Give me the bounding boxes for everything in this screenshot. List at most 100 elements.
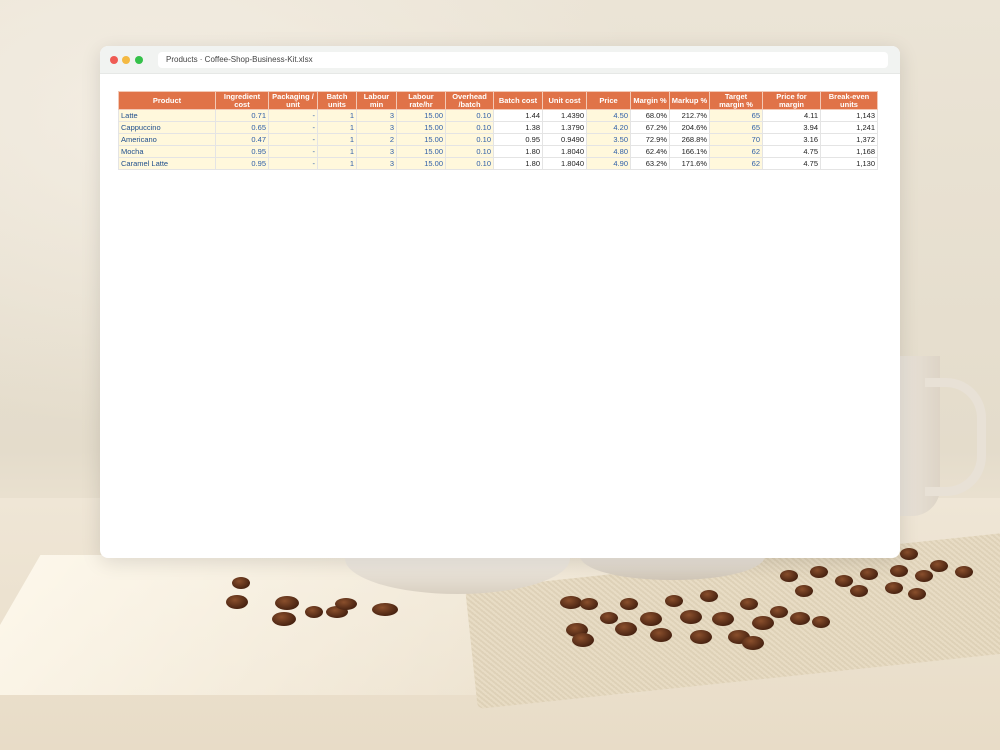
table-cell[interactable]: 15.00: [396, 109, 446, 122]
table-cell[interactable]: 3.16: [762, 133, 821, 146]
table-cell[interactable]: 1,241: [820, 121, 878, 134]
table-cell[interactable]: 2: [356, 133, 397, 146]
column-header[interactable]: Labour rate/hr: [396, 91, 446, 110]
column-header[interactable]: Overhead/batch: [445, 91, 494, 110]
column-header[interactable]: Margin %: [630, 91, 670, 110]
table-cell[interactable]: -: [268, 133, 318, 146]
table-cell[interactable]: 68.0%: [630, 109, 670, 122]
table-cell[interactable]: 1.44: [493, 109, 543, 122]
product-name-cell[interactable]: Mocha: [118, 145, 216, 158]
table-cell[interactable]: 0.95: [215, 157, 269, 170]
table-cell[interactable]: 212.7%: [669, 109, 710, 122]
column-header[interactable]: Product: [118, 91, 216, 110]
table-cell[interactable]: 63.2%: [630, 157, 670, 170]
table-cell[interactable]: 1,168: [820, 145, 878, 158]
column-header[interactable]: Batch units: [317, 91, 357, 110]
table-cell[interactable]: 1,372: [820, 133, 878, 146]
table-cell[interactable]: 171.6%: [669, 157, 710, 170]
column-header[interactable]: Markup %: [669, 91, 710, 110]
table-cell[interactable]: 1.3790: [542, 121, 587, 134]
table-cell[interactable]: 0.10: [445, 121, 494, 134]
table-cell[interactable]: 0.9490: [542, 133, 587, 146]
column-header[interactable]: Packaging / unit: [268, 91, 318, 110]
table-cell[interactable]: 1: [317, 109, 357, 122]
table-cell[interactable]: 0.95: [215, 145, 269, 158]
table-cell[interactable]: 1: [317, 145, 357, 158]
product-name-cell[interactable]: Cappuccino: [118, 121, 216, 134]
product-name-cell[interactable]: Americano: [118, 133, 216, 146]
table-row: Mocha 0.95-1 3 15.00 0.10 1.80 1.8040 4.80 62.4%…: [118, 145, 878, 158]
table-cell[interactable]: -: [268, 157, 318, 170]
table-cell[interactable]: 15.00: [396, 133, 446, 146]
table-cell[interactable]: 166.1%: [669, 145, 710, 158]
table-cell[interactable]: 1,130: [820, 157, 878, 170]
column-header[interactable]: Batch cost: [493, 91, 543, 110]
table-cell[interactable]: 65: [709, 121, 763, 134]
table-cell[interactable]: 1.38: [493, 121, 543, 134]
table-cell[interactable]: 0.10: [445, 145, 494, 158]
table-cell[interactable]: 268.8%: [669, 133, 710, 146]
table-cell[interactable]: 62: [709, 157, 763, 170]
table-cell[interactable]: 15.00: [396, 145, 446, 158]
table-cell[interactable]: 4.11: [762, 109, 821, 122]
column-header[interactable]: Ingredient cost: [215, 91, 269, 110]
table-row: Latte 0.71-1 3 15.00 0.10 1.44 1.4390 4.50 68.0%…: [118, 109, 878, 122]
table-cell[interactable]: 15.00: [396, 121, 446, 134]
table-cell[interactable]: 0.10: [445, 109, 494, 122]
table-cell[interactable]: 0.95: [493, 133, 543, 146]
column-header-label: rate/hr: [409, 99, 433, 109]
table-cell[interactable]: 4.20: [586, 121, 631, 134]
table-cell[interactable]: -: [268, 121, 318, 134]
table-cell[interactable]: 4.90: [586, 157, 631, 170]
table-cell[interactable]: 4.80: [586, 145, 631, 158]
column-header[interactable]: Labour min: [356, 91, 397, 110]
table-cell[interactable]: 4.75: [762, 145, 821, 158]
column-header[interactable]: Unit cost: [542, 91, 587, 110]
column-header[interactable]: Price for margin: [762, 91, 821, 110]
table-cell[interactable]: 0.47: [215, 133, 269, 146]
column-header-label: min: [369, 99, 384, 109]
table-cell[interactable]: 0.71: [215, 109, 269, 122]
table-cell[interactable]: 0.10: [445, 133, 494, 146]
table-cell[interactable]: 1.80: [493, 157, 543, 170]
table-cell[interactable]: 1: [317, 157, 357, 170]
table-cell[interactable]: 62.4%: [630, 145, 670, 158]
column-header[interactable]: Price: [586, 91, 631, 110]
table-cell[interactable]: 3.94: [762, 121, 821, 134]
table-cell[interactable]: 70: [709, 133, 763, 146]
product-name-cell[interactable]: Caramel Latte: [118, 157, 216, 170]
header-row: Product Ingredient cost Packaging / unit Batc…: [118, 91, 878, 110]
spreadsheet-window: Products · Coffee-Shop-Business-Kit.xlsx…: [100, 46, 900, 558]
table-cell[interactable]: 72.9%: [630, 133, 670, 146]
table-cell[interactable]: 4.50: [586, 109, 631, 122]
table-cell[interactable]: 1.4390: [542, 109, 587, 122]
close-window-button[interactable]: [110, 56, 118, 64]
table-cell[interactable]: 1: [317, 133, 357, 146]
table-cell[interactable]: 62: [709, 145, 763, 158]
table-cell[interactable]: 3: [356, 121, 397, 134]
table-cell[interactable]: 3: [356, 145, 397, 158]
table-cell[interactable]: 1,143: [820, 109, 878, 122]
table-cell[interactable]: 0.65: [215, 121, 269, 134]
maximize-window-button[interactable]: [135, 56, 143, 64]
column-header[interactable]: Break-even units: [820, 91, 878, 110]
minimize-window-button[interactable]: [122, 56, 130, 64]
address-bar[interactable]: Products · Coffee-Shop-Business-Kit.xlsx: [158, 52, 888, 68]
column-header[interactable]: Target margin %: [709, 91, 763, 110]
product-name-cell[interactable]: Latte: [118, 109, 216, 122]
table-cell[interactable]: 67.2%: [630, 121, 670, 134]
table-cell[interactable]: -: [268, 145, 318, 158]
table-cell[interactable]: 204.6%: [669, 121, 710, 134]
table-cell[interactable]: 4.75: [762, 157, 821, 170]
table-cell[interactable]: 3: [356, 109, 397, 122]
table-cell[interactable]: 65: [709, 109, 763, 122]
table-cell[interactable]: -: [268, 109, 318, 122]
table-cell[interactable]: 1.8040: [542, 145, 587, 158]
table-cell[interactable]: 0.10: [445, 157, 494, 170]
table-cell[interactable]: 3: [356, 157, 397, 170]
table-cell[interactable]: 3.50: [586, 133, 631, 146]
table-cell[interactable]: 1: [317, 121, 357, 134]
table-cell[interactable]: 15.00: [396, 157, 446, 170]
table-cell[interactable]: 1.80: [493, 145, 543, 158]
table-cell[interactable]: 1.8040: [542, 157, 587, 170]
